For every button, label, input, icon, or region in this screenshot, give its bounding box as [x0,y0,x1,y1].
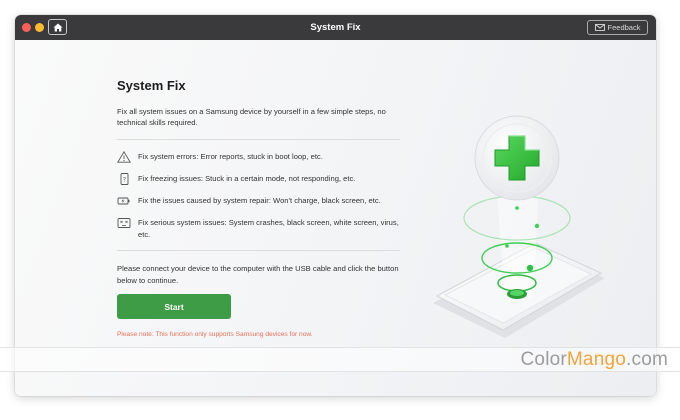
phone-repair-illustration [433,115,605,338]
intro-text: Fix all system issues on a Samsung devic… [117,107,386,128]
issue-item: Fix system errors: Error reports, stuck … [117,150,402,163]
title-bar: System Fix Feedback [15,15,656,40]
frozen-phone-icon: ? [120,172,129,185]
watermark-part: Color [520,349,567,370]
main-content: System Fix Fix all system issues on a Sa… [15,40,656,396]
app-window: System Fix Feedback System Fix Fix all s… [15,15,656,396]
feedback-label: Feedback [607,23,641,32]
divider [117,138,400,140]
feedback-button[interactable]: Feedback [587,20,648,35]
crashed-screen-icon [117,218,131,229]
svg-text:?: ? [123,176,126,183]
issue-item: Fix the issues caused by system repair: … [117,195,402,206]
issue-text: Fix freezing issues: Stuck in a certain … [138,173,356,183]
warning-triangle-icon [117,150,131,163]
issue-item: ? Fix freezing issues: Stuck in a certai… [117,172,402,185]
issue-text: Fix the issues caused by system repair: … [138,196,381,206]
watermark: ColorMango.com [521,347,669,372]
issue-text: Fix serious system issues: System crashe… [138,218,399,239]
divider [117,250,400,252]
mail-icon [594,24,605,31]
connect-instructions: Please connect your device to the comput… [117,264,399,285]
battery-charge-icon [117,197,130,205]
support-note: Please note: This function only supports… [117,331,313,339]
watermark-part: .com [626,349,668,370]
watermark-accent: Mango [566,349,627,370]
page-title: System Fix [117,78,186,93]
window-title: System Fix [310,22,361,33]
info-panel: System Fix Fix all system issues on a Sa… [117,76,402,338]
issue-text: Fix system errors: Error reports, stuck … [138,151,323,161]
issue-item: Fix serious system issues: System crashe… [117,217,402,240]
start-button[interactable]: Start [117,294,231,320]
